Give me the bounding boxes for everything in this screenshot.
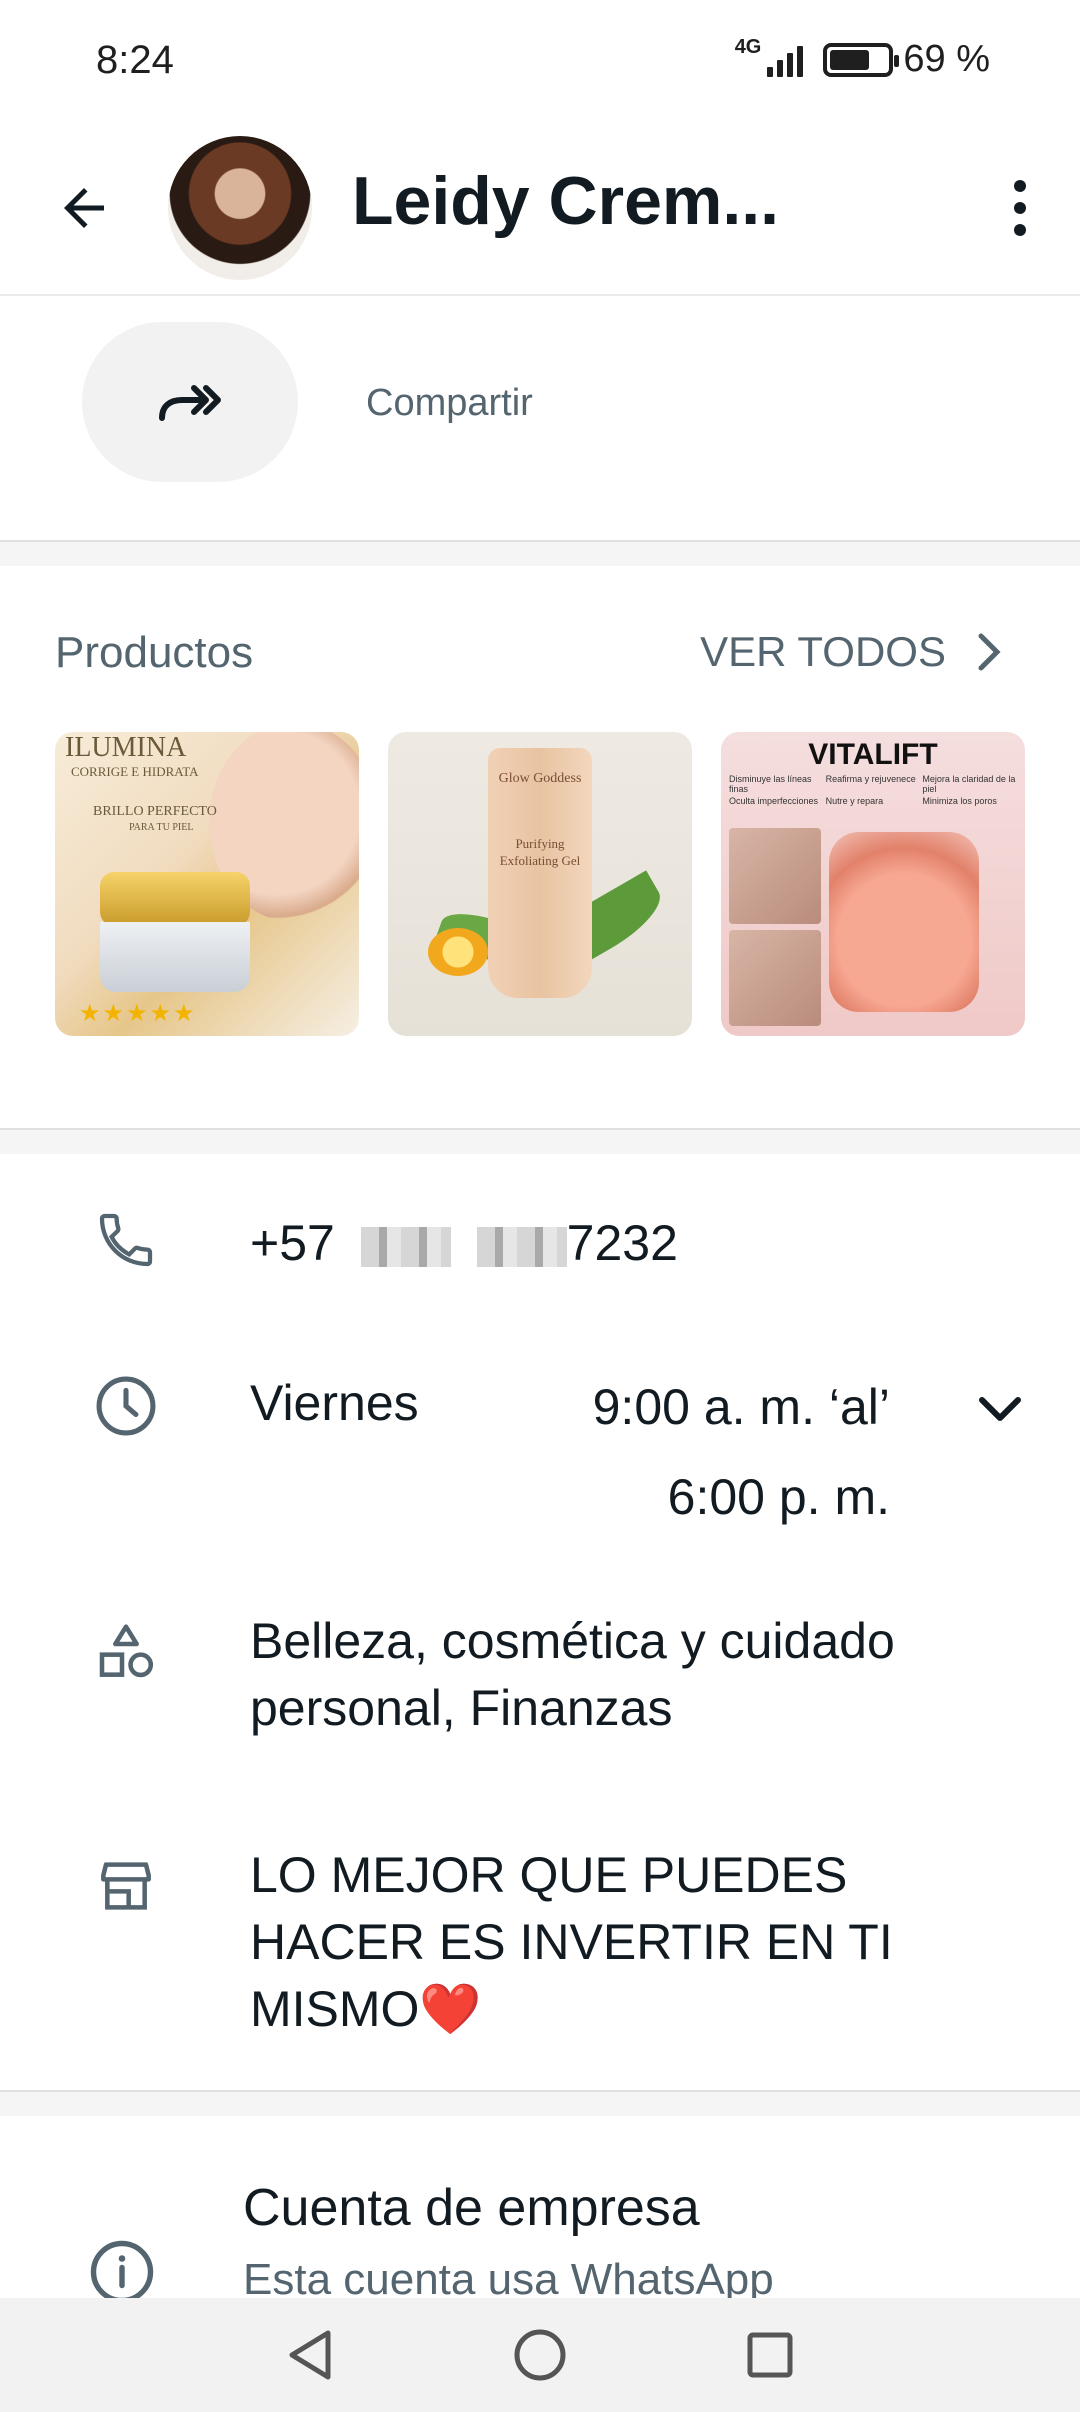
description-line: HACER ES INVERTIR EN TI: [250, 1914, 893, 1970]
after-face-image: [729, 930, 821, 1026]
arrow-left-icon: [64, 188, 104, 228]
category-text: Belleza, cosmética y cuidado personal, F…: [250, 1608, 895, 1742]
gel-jar-image: [829, 832, 979, 1012]
phone-icon: [86, 1200, 166, 1280]
forward-share-icon: [159, 385, 221, 421]
hours-close: 6:00 p. m.: [667, 1469, 890, 1525]
phone-suffix: 7232: [566, 1215, 678, 1271]
product-subline: PARA TU PIEL: [129, 822, 194, 833]
nav-back-button[interactable]: [270, 2315, 350, 2395]
category-line: personal, Finanzas: [250, 1680, 673, 1736]
benefit-item: Minimiza los poros: [922, 796, 997, 806]
avatar[interactable]: [168, 136, 312, 280]
storefront-icon: [86, 1846, 166, 1926]
description-row: LO MEJOR QUE PUEDES HACER ES INVERTIR EN…: [0, 1842, 1080, 2052]
more-vert-icon[interactable]: [990, 168, 1050, 248]
nav-recents-button[interactable]: [730, 2315, 810, 2395]
network-type: 4G: [734, 36, 762, 58]
benefit-item: Oculta imperfecciones: [729, 796, 819, 806]
lemon-slice: [428, 928, 488, 976]
cream-jar-body: [100, 922, 250, 992]
section-divider: [0, 540, 1080, 566]
product-card[interactable]: Glow Goddess Purifying Exfoliating Gel: [388, 732, 692, 1036]
benefit-item: Mejora la claridad de la piel: [922, 774, 1016, 794]
contact-name: Leidy Crem...: [352, 163, 780, 239]
square-recents-icon: [747, 2332, 793, 2378]
hours-day: Viernes: [250, 1375, 419, 1431]
status-bar: 8:24 4G 69 %: [0, 0, 1080, 128]
share-section: Compartir: [0, 298, 1080, 538]
share-label[interactable]: Compartir: [366, 382, 533, 425]
product-headline: BRILLO PERFECTO: [93, 804, 217, 819]
tube-brand: Glow Goddess: [498, 771, 582, 786]
section-divider: [0, 2090, 1080, 2116]
status-time: 8:24: [96, 38, 174, 82]
product-brand: VITALIFT: [808, 738, 938, 771]
product-brand: ILUMINA: [65, 732, 187, 763]
battery-icon: [823, 42, 900, 77]
gel-tube: Glow Goddess Purifying Exfoliating Gel: [488, 748, 592, 998]
nav-home-button[interactable]: [500, 2315, 580, 2395]
products-title: Productos: [55, 628, 254, 677]
view-all-label: VER TODOS: [700, 628, 946, 675]
redacted-digits: [360, 1226, 451, 1267]
category-line: Belleza, cosmética y cuidado: [250, 1613, 895, 1669]
back-button[interactable]: [44, 168, 124, 248]
phone-row[interactable]: +57 7232: [0, 1200, 1080, 1290]
view-all-button[interactable]: VER TODOS: [700, 628, 1004, 676]
benefit-item: Reafirma y rejuvenece: [825, 774, 916, 784]
hours-row[interactable]: Viernes 9:00 a. m. ‘al’ 6:00 p. m.: [0, 1362, 1080, 1542]
battery-fill: [830, 49, 869, 70]
hours-open: 9:00 a. m. ‘al’: [592, 1379, 890, 1435]
share-button[interactable]: [82, 322, 298, 482]
category-shapes-icon: [86, 1612, 166, 1692]
product-card[interactable]: ILUMINA CORRIGE E HIDRATA BRILLO PERFECT…: [55, 732, 359, 1036]
before-face-image: [729, 828, 821, 924]
category-row: Belleza, cosmética y cuidado personal, F…: [0, 1608, 1080, 1748]
cream-jar-lid: [100, 872, 250, 926]
section-divider: [0, 1128, 1080, 1154]
status-indicators: 4G 69 %: [734, 36, 990, 81]
product-tagline: CORRIGE E HIDRATA: [71, 764, 199, 779]
benefit-list: Disminuye las líneas finas Reafirma y re…: [729, 774, 1017, 806]
circle-home-icon: [514, 2329, 566, 2381]
business-account-title[interactable]: Cuenta de empresa: [243, 2178, 700, 2238]
hours-range: 9:00 a. m. ‘al’ 6:00 p. m.: [430, 1362, 890, 1542]
clock-icon: [86, 1366, 166, 1446]
description-text: LO MEJOR QUE PUEDES HACER ES INVERTIR EN…: [250, 1842, 893, 2043]
chat-header: Leidy Crem...: [0, 128, 1080, 296]
battery-percent: 69 %: [903, 38, 990, 80]
product-card[interactable]: VITALIFT Disminuye las líneas finas Reaf…: [721, 732, 1025, 1036]
description-line: MISMO❤️: [250, 1981, 482, 2037]
system-nav-bar: [0, 2298, 1080, 2412]
signal-icon: [767, 43, 804, 77]
triangle-back-icon: [289, 2330, 331, 2380]
redacted-digits: [476, 1226, 567, 1267]
tube-product-name: Purifying Exfoliating Gel: [499, 836, 581, 868]
rating-stars: ★★★★★: [79, 1000, 197, 1027]
benefit-item: Disminuye las líneas finas: [729, 774, 812, 794]
benefit-item: Nutre y repara: [825, 796, 884, 806]
chevron-down-icon[interactable]: [970, 1380, 1030, 1440]
phone-number: +57 7232: [250, 1210, 678, 1277]
chevron-right-icon: [978, 633, 1001, 671]
description-line: LO MEJOR QUE PUEDES: [250, 1847, 848, 1903]
phone-prefix: +57: [250, 1215, 335, 1271]
